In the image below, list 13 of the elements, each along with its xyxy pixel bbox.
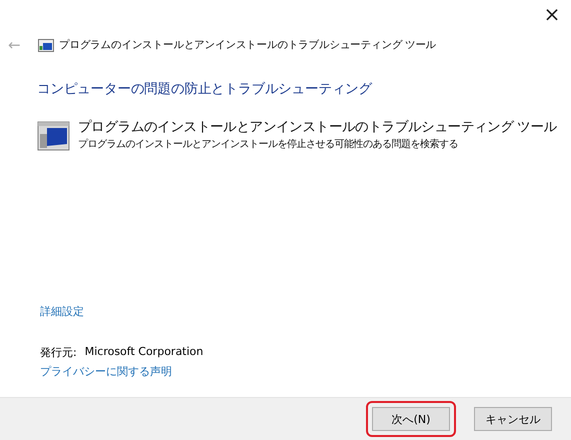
publisher-name: Microsoft Corporation bbox=[84, 345, 204, 360]
window-title: プログラムのインストールとアンインストールのトラブルシューティング ツール bbox=[59, 38, 436, 52]
program-window-icon bbox=[38, 38, 54, 52]
tool-title: プログラムのインストールとアンインストールのトラブルシューティング ツール bbox=[78, 118, 557, 136]
next-button[interactable]: 次へ(N) bbox=[372, 407, 450, 431]
computer-icon bbox=[37, 120, 70, 152]
page-heading: コンピューターの問題の防止とトラブルシューティング bbox=[37, 80, 374, 98]
privacy-link[interactable]: プライバシーに関する声明 bbox=[40, 364, 172, 379]
tool-description: プログラムのインストールとアンインストールを停止させる可能性のある問題を検索する bbox=[78, 138, 459, 151]
cancel-button[interactable]: キャンセル bbox=[474, 407, 552, 431]
advanced-link[interactable]: 詳細設定 bbox=[40, 304, 84, 319]
close-button[interactable]: × bbox=[537, 0, 567, 30]
publisher-label: 発行元: bbox=[40, 345, 77, 360]
